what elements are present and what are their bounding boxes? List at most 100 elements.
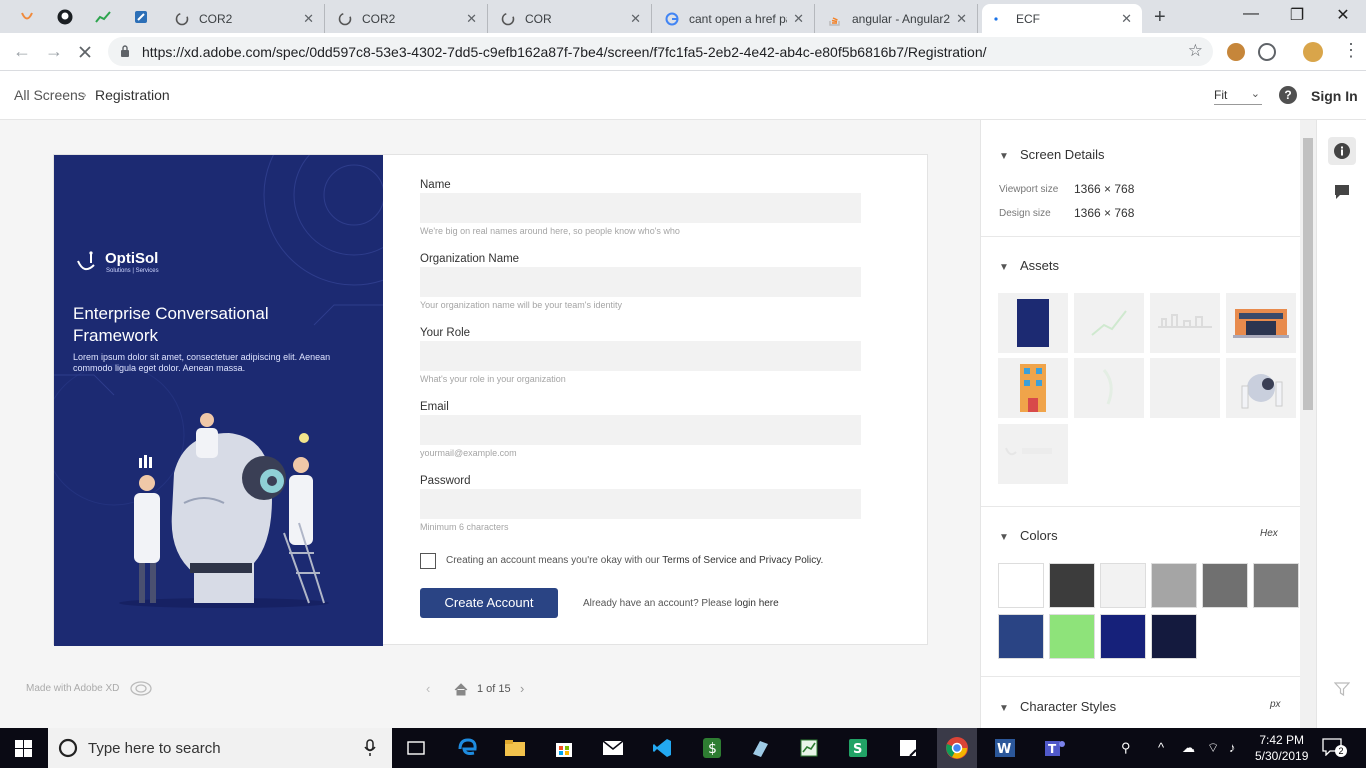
tab-cor[interactable]: COR ✕ (491, 4, 652, 33)
assets-header[interactable]: ▼ Assets (999, 258, 1059, 273)
tab-cor2-a[interactable]: COR2 ✕ (165, 4, 325, 33)
spreadsheet-app-icon[interactable] (797, 736, 821, 760)
edge-icon[interactable] (455, 736, 479, 760)
role-field[interactable] (420, 341, 861, 371)
microphone-icon[interactable] (364, 739, 376, 757)
tab-pinned-3[interactable] (88, 4, 118, 30)
money-app-icon[interactable]: $ (700, 736, 724, 760)
store-icon[interactable] (552, 736, 576, 760)
filter-icon[interactable] (1328, 675, 1356, 703)
chart-asset-icon (1091, 310, 1127, 336)
taskbar-search[interactable]: Type here to search (48, 728, 392, 768)
vscode-icon[interactable] (650, 736, 674, 760)
name-field[interactable] (420, 193, 861, 223)
password-field[interactable] (420, 489, 861, 519)
asset-thumbnail[interactable] (998, 424, 1068, 484)
tab-pinned-4[interactable] (126, 4, 156, 30)
onedrive-icon[interactable]: ☁ (1182, 740, 1195, 756)
word-icon[interactable]: W (993, 736, 1017, 760)
info-icon[interactable] (1328, 137, 1356, 165)
next-screen-icon[interactable]: › (520, 681, 524, 696)
file-explorer-icon[interactable] (503, 736, 527, 760)
close-tab-icon[interactable]: ✕ (303, 11, 314, 27)
tab-pinned-2[interactable] (50, 4, 80, 30)
mail-icon[interactable] (601, 736, 625, 760)
show-hidden-icons[interactable]: ^ (1158, 740, 1164, 755)
profile-avatar[interactable] (1303, 42, 1323, 62)
close-tab-icon[interactable]: ✕ (466, 11, 477, 27)
prev-screen-icon[interactable]: ‹ (426, 681, 430, 696)
color-swatch[interactable] (1100, 614, 1146, 659)
scrollbar-thumb[interactable] (1303, 138, 1313, 410)
help-icon[interactable]: ? (1279, 86, 1297, 104)
minimize-icon[interactable]: — (1241, 5, 1261, 23)
panel-scrollbar[interactable] (1300, 120, 1316, 728)
create-account-button[interactable]: Create Account (420, 588, 558, 618)
character-styles-header[interactable]: ▼ Character Styles (999, 699, 1116, 714)
sign-in-link[interactable]: Sign In (1311, 88, 1358, 104)
action-center-icon[interactable]: 2 (1322, 738, 1347, 758)
forward-icon[interactable]: → (45, 41, 63, 62)
task-view-icon[interactable] (404, 736, 428, 760)
notes-app-icon[interactable] (748, 736, 772, 760)
color-swatch[interactable] (1100, 563, 1146, 608)
close-tab-icon[interactable]: ✕ (1121, 11, 1132, 27)
windows-start-icon[interactable] (15, 740, 32, 757)
back-icon[interactable]: ← (13, 41, 31, 62)
new-tab-icon[interactable]: + (1154, 6, 1166, 29)
asset-thumbnail[interactable] (998, 358, 1068, 418)
dark-mode-extension-icon[interactable] (1258, 43, 1276, 61)
chrome-taskbar-active[interactable] (937, 728, 977, 768)
bookmark-star-icon[interactable]: ☆ (1188, 41, 1203, 61)
stop-loading-icon[interactable] (77, 44, 93, 60)
color-swatch[interactable] (1253, 563, 1299, 608)
asset-thumbnail[interactable] (1226, 293, 1296, 353)
email-field[interactable] (420, 415, 861, 445)
color-swatch[interactable] (998, 563, 1044, 608)
tab-stackoverflow[interactable]: angular - Angular2 ✕ (818, 4, 978, 33)
color-format-toggle[interactable]: Hex (1260, 528, 1278, 539)
asset-thumbnail[interactable] (998, 293, 1068, 353)
home-icon[interactable] (454, 683, 468, 696)
asset-thumbnail[interactable] (1226, 358, 1296, 418)
color-swatch[interactable] (1202, 563, 1248, 608)
color-swatch[interactable] (998, 614, 1044, 659)
zoom-select[interactable]: Fit ⌄ (1214, 88, 1262, 105)
color-swatch[interactable] (1151, 563, 1197, 608)
comment-icon[interactable] (1328, 178, 1356, 206)
asset-thumbnail[interactable] (1150, 358, 1220, 418)
close-tab-icon[interactable]: ✕ (956, 11, 967, 27)
color-swatch[interactable] (1151, 614, 1197, 659)
sway-app-icon[interactable]: S (846, 736, 870, 760)
login-link[interactable]: login here (735, 598, 779, 609)
character-units-toggle[interactable]: px (1270, 699, 1281, 710)
screen-details-header[interactable]: ▼ Screen Details (999, 147, 1105, 162)
colors-header[interactable]: ▼ Colors (999, 528, 1058, 543)
close-window-icon[interactable]: ✕ (1333, 5, 1353, 25)
asset-thumbnail[interactable] (1074, 358, 1144, 418)
teams-icon[interactable]: T (1043, 736, 1067, 760)
asset-thumbnail[interactable] (1150, 293, 1220, 353)
people-icon[interactable]: ⚲ (1121, 740, 1131, 756)
tab-ecf-active[interactable]: ECF ✕ (982, 4, 1142, 33)
tab-cor2-b[interactable]: COR2 ✕ (328, 4, 488, 33)
terms-checkbox[interactable] (420, 553, 436, 569)
tab-google-search[interactable]: cant open a href pa ✕ (655, 4, 815, 33)
breadcrumb-all-screens[interactable]: All Screens (14, 87, 85, 103)
terms-link[interactable]: Terms of Service and Privacy Policy. (662, 555, 823, 566)
chrome-menu-icon[interactable]: ⋮ (1342, 40, 1360, 61)
cookie-extension-icon[interactable] (1227, 43, 1245, 61)
taskbar-clock[interactable]: 7:42 PM 5/30/2019 (1255, 732, 1308, 764)
organization-field[interactable] (420, 267, 861, 297)
restore-icon[interactable]: ❐ (1287, 5, 1307, 25)
tab-pinned-1[interactable] (12, 4, 42, 30)
color-swatch[interactable] (1049, 614, 1095, 659)
close-tab-icon[interactable]: ✕ (793, 11, 804, 27)
sticky-notes-icon[interactable] (896, 736, 920, 760)
close-tab-icon[interactable]: ✕ (630, 11, 641, 27)
color-swatch[interactable] (1049, 563, 1095, 608)
asset-thumbnail[interactable] (1074, 293, 1144, 353)
volume-icon[interactable]: ♪ (1229, 740, 1236, 755)
address-bar[interactable]: https://xd.adobe.com/spec/0dd597c8-53e3-… (108, 37, 1213, 66)
wifi-icon[interactable]: ⌔ (1207, 740, 1219, 756)
